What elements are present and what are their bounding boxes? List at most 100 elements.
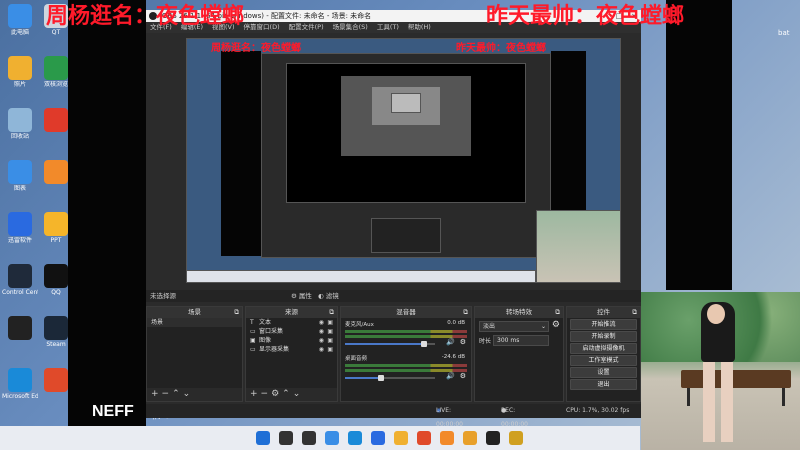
desktop-icon[interactable]: Microsoft Edge [2,368,38,401]
desktop-icon[interactable]: QQ [38,264,74,297]
desktop-icon[interactable]: PPT [38,212,74,245]
desktop-icon[interactable]: 图表 [2,160,38,193]
remove-scene-button[interactable]: − [162,389,173,399]
move-up-icon[interactable]: ⌃ [282,389,293,399]
control-button[interactable]: 设置 [570,367,637,378]
menu-item[interactable]: 场景集合(S) [333,23,368,31]
volume-slider[interactable] [345,375,435,381]
dock-float-icon[interactable]: ⧉ [555,307,560,318]
dock-float-icon[interactable]: ⧉ [329,307,334,318]
source-settings-icon[interactable]: ⚙ [271,389,282,399]
browser-icon [44,56,68,80]
desktop-icon[interactable] [38,160,74,185]
lock-icon[interactable]: ▣ [327,336,333,345]
source-item[interactable]: T 文本 ◉ ▣ [246,318,337,327]
control-button[interactable]: 工作室模式 [570,355,637,366]
move-down-icon[interactable]: ⌄ [293,389,304,399]
webcam-overlay [641,292,800,450]
transitions-title: 转场特效 [506,308,532,316]
visibility-eye-icon[interactable]: ◉ [319,345,324,354]
duration-input[interactable]: 300 ms [493,335,549,346]
filters-button[interactable]: ◐ 滤镜 [318,290,339,302]
menu-item[interactable]: 帮助(H) [408,23,431,31]
move-up-icon[interactable]: ⌃ [172,389,183,399]
add-scene-button[interactable]: + [151,389,162,399]
control-button[interactable]: 退出 [570,379,637,390]
volume-slider[interactable] [345,341,435,347]
desktop-icon[interactable]: 此电脑 [2,4,38,37]
obs-icon[interactable] [486,431,500,445]
widgets-icon[interactable] [325,431,339,445]
chevron-down-icon: ⌄ [540,323,546,330]
lock-icon[interactable]: ▣ [327,345,333,354]
desktop-icon[interactable]: 迅雷软件 [2,212,38,245]
desktop-icon[interactable]: Control Center [2,264,38,297]
app-icon [8,212,32,236]
properties-button[interactable]: ⚙ 属性 [291,290,312,302]
webcam-bench-legs [687,388,785,406]
steam-icon [44,316,68,340]
lock-icon[interactable]: ▣ [327,327,333,336]
obs-preview[interactable]: 周杨逛名：夜色螳螂 昨天最帅：夜色螳螂 [186,38,621,283]
menu-item[interactable]: 停靠窗口(D) [244,23,280,31]
mixer-dock: 混音器 ⧉ 麦克风/Aux 0.0 dB 🔊 ⚙ 桌面音频 -24.6 dB 🔊 ⚙ [340,306,472,402]
visibility-eye-icon[interactable]: ◉ [319,318,324,327]
app-icon[interactable] [509,431,523,445]
transition-settings-icon[interactable]: ⚙ [552,320,560,330]
control-button[interactable]: 启动虚拟摄像机 [570,343,637,354]
desktop-icon[interactable]: 回收站 [2,108,38,141]
speaker-icon[interactable]: 🔊 [446,372,455,380]
desktop-icon-label: QT [51,29,61,36]
lock-icon[interactable]: ▣ [327,318,333,327]
nested-webcam [536,210,621,283]
desktop-icon[interactable] [2,316,38,341]
sources-title: 来源 [285,308,298,316]
remove-source-button[interactable]: − [261,389,272,399]
chrome-icon[interactable] [417,431,431,445]
webcam-person-face [707,304,725,324]
menu-item[interactable]: 配置文件(P) [289,23,324,31]
add-source-button[interactable]: + [250,389,261,399]
visibility-eye-icon[interactable]: ◉ [319,327,324,336]
chart-icon [8,160,32,184]
source-item[interactable]: ▣ 图像 ◉ ▣ [246,336,337,345]
gear-icon[interactable]: ⚙ [460,338,466,346]
black-bar-left [68,0,146,426]
move-down-icon[interactable]: ⌄ [183,389,194,399]
store-icon[interactable] [371,431,385,445]
desktop-icon[interactable]: 双核浏览 [38,56,74,89]
app-icon[interactable] [463,431,477,445]
desktop-icon[interactable] [38,108,74,133]
control-button[interactable]: 开始推流 [570,319,637,330]
desktop-icon-label: 照片 [13,81,26,88]
desktop-icon[interactable]: 照片 [2,56,38,89]
desktop-icon[interactable] [38,368,74,393]
windows-start-icon[interactable] [256,431,270,445]
folder-icon[interactable] [394,431,408,445]
transition-select[interactable]: 淡出 ⌄ [479,321,549,332]
windows-taskbar [0,426,640,450]
desktop-icon-label: 此电脑 [10,29,29,36]
task-view-icon[interactable] [302,431,316,445]
dock-float-icon[interactable]: ⧉ [463,307,468,318]
search-icon[interactable] [279,431,293,445]
source-type-icon: ▣ [250,337,256,344]
app-icon[interactable] [440,431,454,445]
speaker-icon[interactable]: 🔊 [446,338,455,346]
desktop-icon-label: Control Center [2,289,38,296]
source-name: 文本 [259,319,272,326]
source-item[interactable]: ▭ 显示器采集 ◉ ▣ [246,345,337,354]
computer-icon [8,4,32,28]
visibility-eye-icon[interactable]: ◉ [319,336,324,345]
dock-float-icon[interactable]: ⧉ [632,307,637,318]
dock-float-icon[interactable]: ⧉ [234,307,239,318]
scene-item[interactable]: 场景 [147,318,242,327]
source-item[interactable]: ▭ 窗口采集 ◉ ▣ [246,327,337,336]
menu-item[interactable]: 工具(T) [377,23,399,31]
control-button[interactable]: 开始录制 [570,331,637,342]
gear-icon[interactable]: ⚙ [460,372,466,380]
duration-label: 时长 [479,338,492,345]
edge-icon[interactable] [348,431,362,445]
desktop-icon[interactable]: Steam [38,316,74,349]
desktop-icon-label: PPT [50,237,62,244]
